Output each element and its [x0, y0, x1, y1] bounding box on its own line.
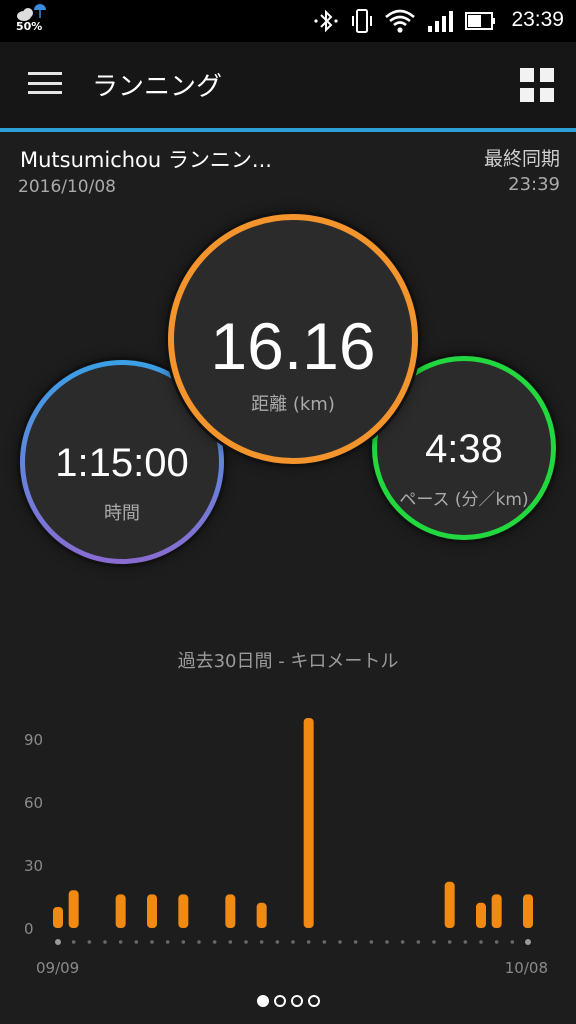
day-tick [197, 940, 201, 944]
y-tick-label: 30 [24, 857, 43, 875]
distance-label: 距離 (km) [251, 394, 335, 415]
chart-bar[interactable] [303, 718, 314, 928]
day-tick [244, 940, 248, 944]
day-tick [181, 940, 186, 944]
last-sync-label: 最終同期 [483, 148, 560, 170]
distance-bar-chart[interactable]: 0 30 60 90 09/09 10/08 [0, 700, 576, 990]
day-tick [87, 940, 92, 944]
accent-divider [0, 128, 576, 132]
day-tick [432, 940, 436, 944]
page-indicator[interactable] [0, 995, 576, 1007]
day-tick [525, 939, 531, 945]
chart-title: 過去30日間 - キロメートル [177, 651, 399, 672]
chart-bar[interactable] [53, 907, 63, 928]
app-bar: ランニング [0, 42, 576, 128]
pace-value: 4:38 [425, 427, 503, 471]
activity-name[interactable]: Mutsumichou ランニン... [20, 144, 272, 174]
day-tick [150, 940, 154, 944]
day-tick [103, 940, 107, 944]
hamburger-menu-icon[interactable] [28, 72, 62, 98]
day-tick [447, 940, 452, 944]
last-sync-time: 23:39 [508, 174, 560, 195]
time-value: 1:15:00 [55, 441, 189, 485]
status-clock: 23:39 [511, 8, 564, 31]
pace-label: ペース (分／km) [399, 490, 529, 510]
chart-bar[interactable] [115, 894, 126, 928]
day-tick [369, 940, 374, 944]
x-axis-label: 09/09 [36, 959, 79, 977]
day-tick [479, 940, 483, 944]
chart-bar[interactable] [444, 881, 455, 928]
day-tick [228, 940, 233, 944]
chart-bar[interactable] [491, 894, 502, 928]
battery-icon [465, 12, 495, 30]
activity-date: 2016/10/08 [18, 177, 116, 197]
y-tick-label: 0 [24, 920, 34, 938]
day-tick [291, 940, 295, 944]
day-tick [306, 940, 311, 944]
grid-view-icon[interactable] [520, 68, 554, 102]
status-bar: 50% 23:39 [0, 0, 576, 42]
time-label: 時間 [104, 503, 140, 524]
day-tick [212, 940, 217, 944]
bluetooth-icon [314, 9, 338, 33]
weather-percent: 50% [16, 20, 43, 33]
day-tick [338, 940, 342, 944]
distance-value: 16.16 [210, 309, 376, 383]
day-tick [322, 940, 327, 944]
day-tick [353, 940, 358, 944]
chart-bar[interactable] [68, 890, 79, 928]
day-tick [510, 940, 515, 944]
page-dot[interactable] [273, 995, 286, 1007]
vibrate-icon [352, 9, 372, 33]
day-tick [275, 940, 280, 944]
y-tick-label: 60 [24, 794, 43, 812]
day-tick [55, 939, 61, 945]
day-tick [416, 940, 421, 944]
chart-bar[interactable] [225, 894, 236, 928]
signal-icon [428, 11, 453, 32]
x-axis-label: 10/08 [505, 959, 548, 977]
y-tick-label: 90 [24, 731, 43, 749]
chart-bar[interactable] [476, 902, 486, 928]
day-tick [71, 940, 76, 944]
chart-bar[interactable] [147, 894, 157, 928]
day-tick [494, 940, 499, 944]
chart-bar[interactable] [256, 902, 267, 928]
page-dot[interactable] [290, 995, 303, 1007]
day-tick [118, 940, 123, 944]
day-tick [385, 940, 389, 944]
day-tick [400, 940, 405, 944]
app-title: ランニング [92, 72, 223, 102]
chart-bar[interactable] [523, 894, 533, 928]
page-dot[interactable] [307, 995, 320, 1007]
wifi-icon [385, 9, 415, 33]
chart-bar[interactable] [178, 894, 189, 928]
day-tick [134, 940, 139, 944]
page-dot[interactable] [256, 995, 269, 1007]
day-tick [463, 940, 468, 944]
day-tick [259, 940, 264, 944]
distance-gauge[interactable]: 16.16 距離 (km) [168, 214, 418, 464]
day-tick [165, 940, 170, 944]
